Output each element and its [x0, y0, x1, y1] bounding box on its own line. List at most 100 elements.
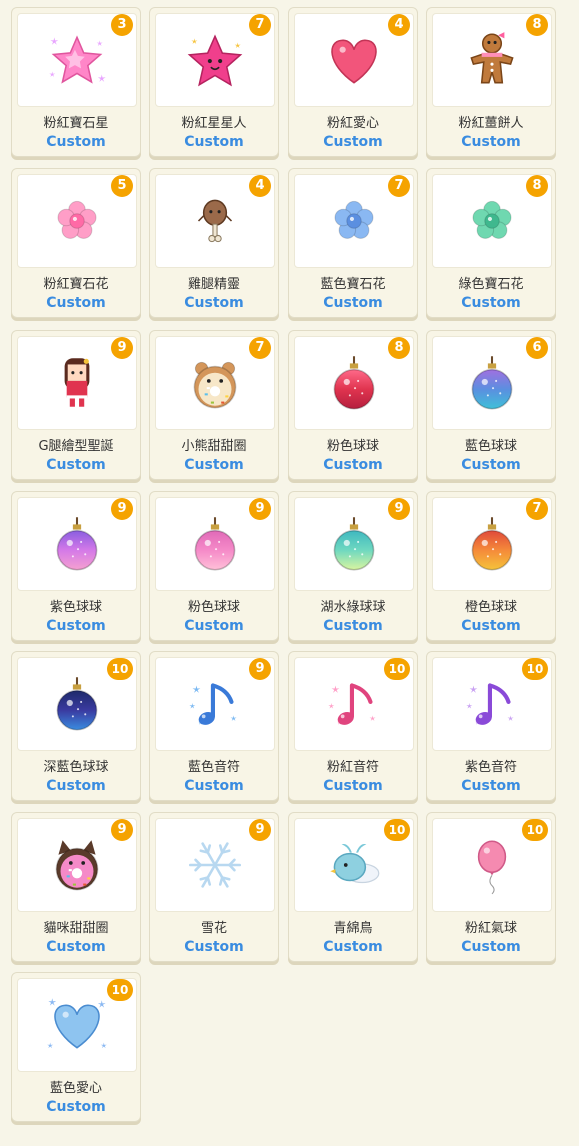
- level-badge: 10: [107, 658, 133, 680]
- item-card[interactable]: 9 湖水綠球球 Custom: [288, 491, 418, 641]
- item-name: 粉紅薑餅人: [458, 116, 524, 131]
- cloud-bird-icon: [330, 844, 380, 884]
- item-card[interactable]: 4 雞腿精靈 Custom: [149, 168, 279, 318]
- custom-tag: Custom: [323, 778, 383, 794]
- custom-tag: Custom: [46, 295, 106, 311]
- item-name: 綠色寶石花: [458, 277, 524, 292]
- orange-ornament-icon: [471, 517, 513, 571]
- item-grid: 3 粉紅寶石星 Custom 7 粉紅星星人 Custom 4 粉紅愛心 Custom 8 粉紅薑餅…: [0, 0, 579, 1146]
- item-card[interactable]: 9 G腿繪型聖誕 Custom: [11, 330, 141, 480]
- blue-ornament-icon: [471, 356, 513, 410]
- christmas-girl-icon: [64, 358, 90, 407]
- custom-tag: Custom: [323, 457, 383, 473]
- purple-ornament-icon: [56, 517, 98, 571]
- level-badge: 9: [111, 819, 133, 841]
- item-card[interactable]: 10 粉紅音符 Custom: [288, 651, 418, 801]
- item-name: 粉紅愛心: [326, 116, 379, 131]
- item-name: 粉紅星星人: [181, 116, 247, 131]
- item-name: 藍色音符: [187, 760, 240, 775]
- level-badge: 7: [526, 498, 548, 520]
- purple-music-note-icon: [466, 683, 514, 725]
- blue-music-note-icon: [189, 683, 237, 725]
- custom-tag: Custom: [184, 134, 244, 150]
- custom-tag: Custom: [323, 939, 383, 955]
- level-badge: 9: [388, 498, 410, 520]
- item-card[interactable]: 7 橙色球球 Custom: [426, 491, 556, 641]
- item-card[interactable]: 10 紫色音符 Custom: [426, 651, 556, 801]
- item-card[interactable]: 4 粉紅愛心 Custom: [288, 7, 418, 157]
- custom-tag: Custom: [46, 939, 106, 955]
- item-card[interactable]: 3 粉紅寶石星 Custom: [11, 7, 141, 157]
- custom-tag: Custom: [461, 134, 521, 150]
- item-card[interactable]: 7 粉紅星星人 Custom: [149, 7, 279, 157]
- level-badge: 3: [111, 14, 133, 36]
- pink-star-character-icon: [187, 34, 243, 87]
- item-name: 粉紅氣球: [464, 921, 517, 936]
- item-card[interactable]: 10 深藍色球球 Custom: [11, 651, 141, 801]
- pink-music-note-icon: [328, 683, 376, 725]
- level-badge: 6: [526, 337, 548, 359]
- item-card[interactable]: 8 綠色寶石花 Custom: [426, 168, 556, 318]
- bear-donut-icon: [193, 361, 237, 409]
- item-name: 小熊甜甜圈: [181, 439, 247, 454]
- level-badge: 10: [384, 819, 410, 841]
- item-name: G腿繪型聖誕: [38, 439, 114, 454]
- cat-donut-icon: [55, 840, 99, 891]
- aqua-ornament-icon: [333, 517, 375, 571]
- level-badge: 4: [249, 175, 271, 197]
- level-badge: 9: [111, 498, 133, 520]
- level-badge: 9: [111, 337, 133, 359]
- blue-heart-icon: [47, 998, 107, 1049]
- custom-tag: Custom: [46, 618, 106, 634]
- custom-tag: Custom: [46, 134, 106, 150]
- item-card[interactable]: 10 藍色愛心 Custom: [11, 972, 141, 1122]
- pink-heart-icon: [331, 39, 377, 84]
- item-card[interactable]: 9 藍色音符 Custom: [149, 651, 279, 801]
- level-badge: 7: [249, 337, 271, 359]
- level-badge: 8: [526, 175, 548, 197]
- level-badge: 10: [107, 979, 133, 1001]
- level-badge: 10: [384, 658, 410, 680]
- custom-tag: Custom: [46, 457, 106, 473]
- level-badge: 9: [249, 658, 271, 680]
- green-gem-flower-icon: [472, 200, 512, 239]
- item-name: 橙色球球: [464, 600, 517, 615]
- item-card[interactable]: 9 紫色球球 Custom: [11, 491, 141, 641]
- item-card[interactable]: 8 粉紅薑餅人 Custom: [426, 7, 556, 157]
- pink-ornament-icon: [194, 517, 236, 571]
- level-badge: 7: [388, 175, 410, 197]
- item-card[interactable]: 7 藍色寶石花 Custom: [288, 168, 418, 318]
- level-badge: 10: [522, 658, 548, 680]
- item-card[interactable]: 9 雪花 Custom: [149, 812, 279, 962]
- gingerbread-man-icon: [470, 32, 514, 84]
- item-name: 雞腿精靈: [187, 277, 240, 292]
- custom-tag: Custom: [46, 778, 106, 794]
- blue-gem-flower-icon: [334, 200, 374, 239]
- custom-tag: Custom: [323, 295, 383, 311]
- item-card[interactable]: 8 粉色球球 Custom: [288, 330, 418, 480]
- level-badge: 7: [249, 14, 271, 36]
- item-card[interactable]: 5 粉紅寶石花 Custom: [11, 168, 141, 318]
- item-name: 青綿鳥: [333, 921, 373, 936]
- item-card[interactable]: 9 粉色球球 Custom: [149, 491, 279, 641]
- custom-tag: Custom: [461, 939, 521, 955]
- item-card[interactable]: 7 小熊甜甜圈 Custom: [149, 330, 279, 480]
- item-name: 雪花: [200, 921, 227, 936]
- item-name: 藍色愛心: [49, 1081, 102, 1096]
- level-badge: 8: [526, 14, 548, 36]
- custom-tag: Custom: [184, 457, 244, 473]
- item-card[interactable]: 6 藍色球球 Custom: [426, 330, 556, 480]
- drumstick-sprite-icon: [197, 199, 233, 243]
- custom-tag: Custom: [184, 618, 244, 634]
- item-card[interactable]: 10 青綿鳥 Custom: [288, 812, 418, 962]
- item-card[interactable]: 10 粉紅氣球 Custom: [426, 812, 556, 962]
- item-name: 深藍色球球: [43, 760, 109, 775]
- item-name: 貓咪甜甜圈: [43, 921, 109, 936]
- item-card[interactable]: 9 貓咪甜甜圈 Custom: [11, 812, 141, 962]
- custom-tag: Custom: [184, 939, 244, 955]
- custom-tag: Custom: [323, 134, 383, 150]
- item-name: 湖水綠球球: [320, 600, 386, 615]
- level-badge: 10: [522, 819, 548, 841]
- item-name: 紫色球球: [49, 600, 102, 615]
- level-badge: 9: [249, 498, 271, 520]
